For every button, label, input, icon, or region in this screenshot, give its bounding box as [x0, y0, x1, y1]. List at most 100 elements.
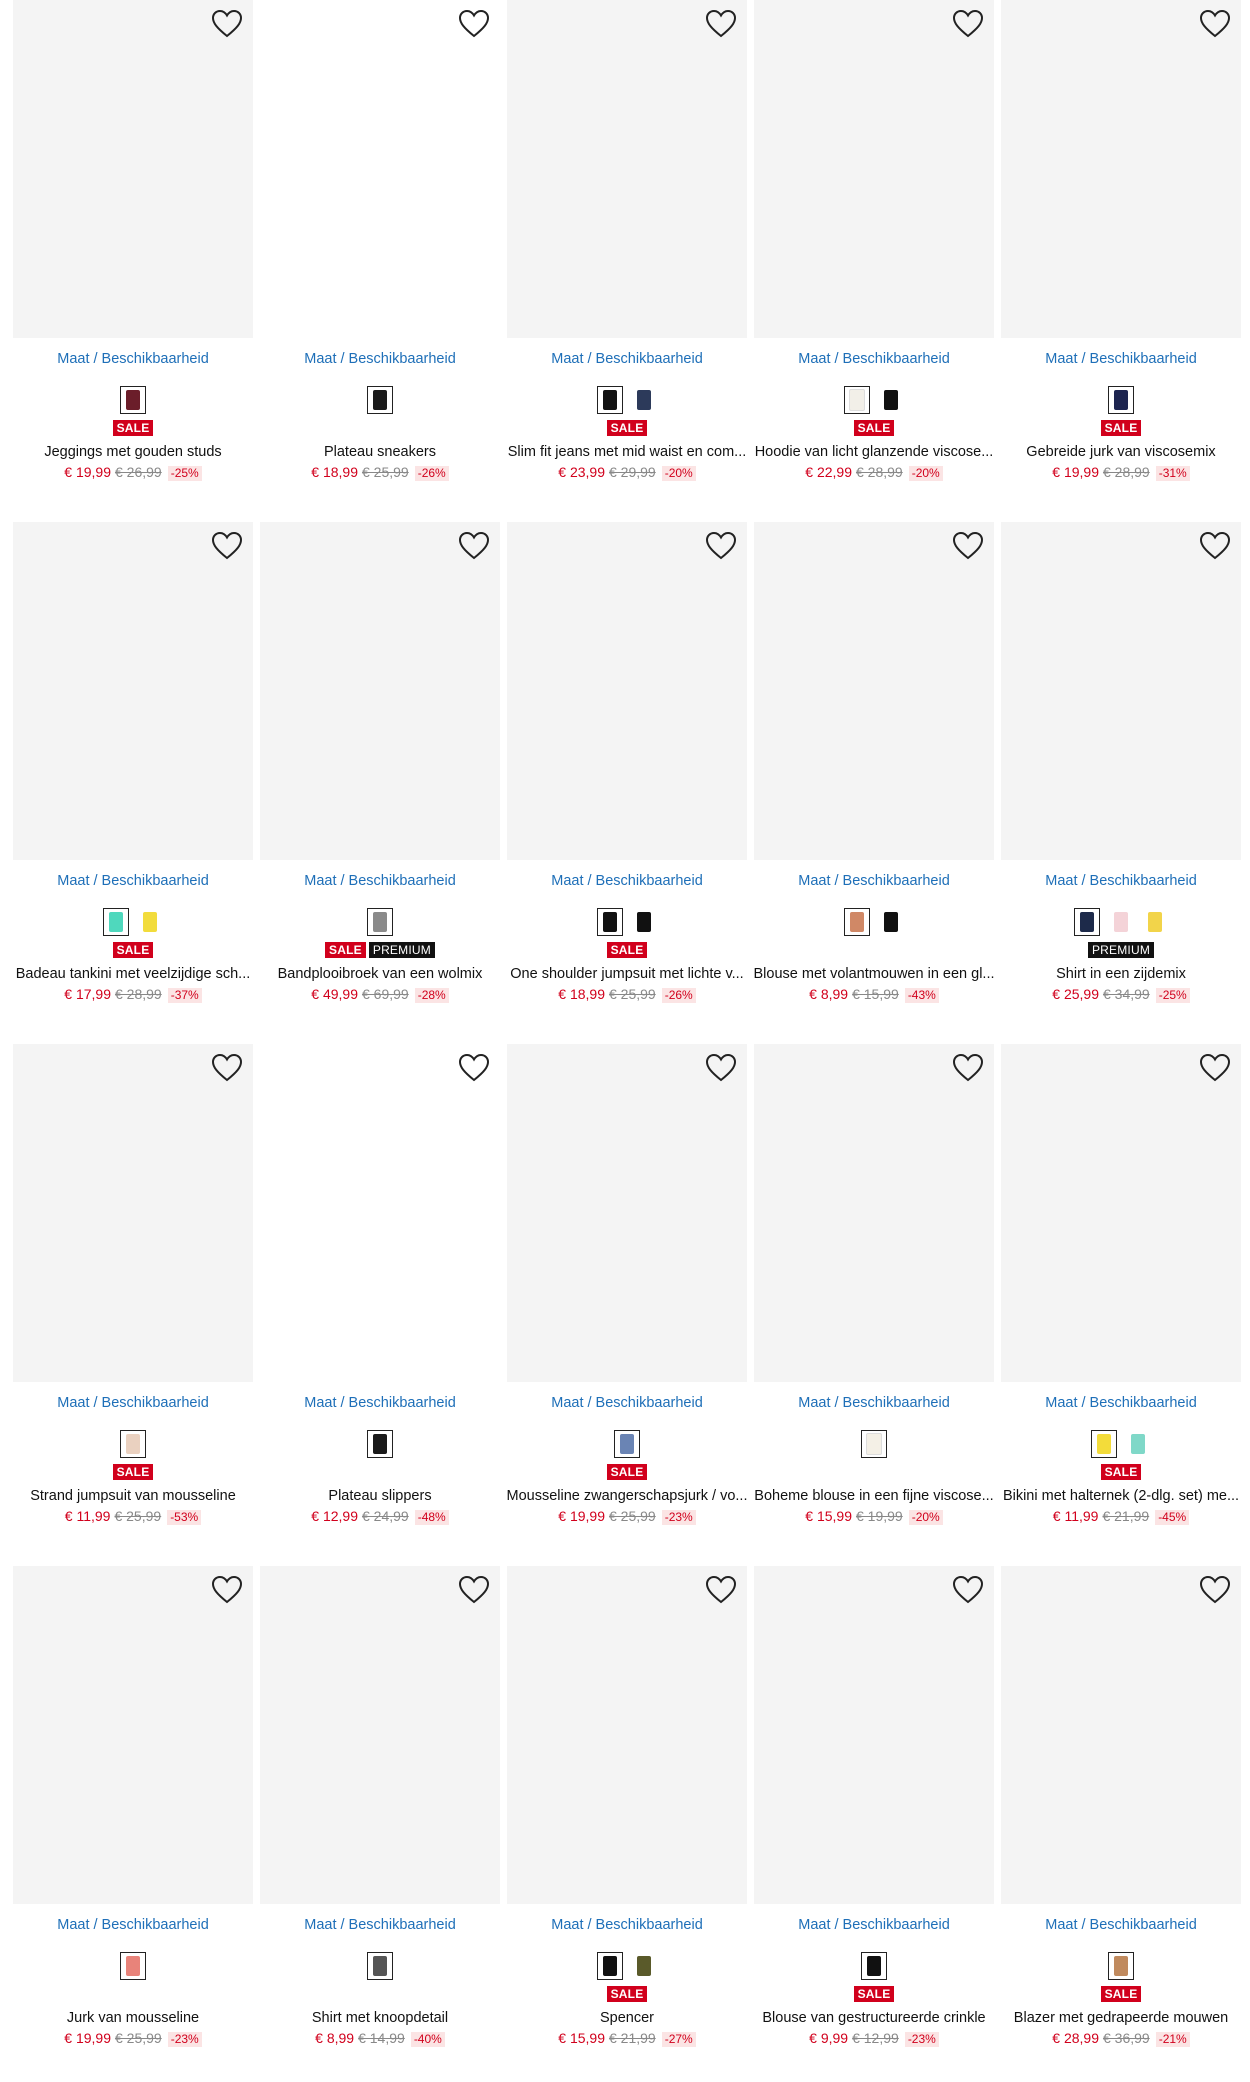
color-swatch[interactable]: [120, 1430, 146, 1458]
product-title[interactable]: Mousseline zwangerschapsjurk / vo...: [504, 1486, 750, 1506]
size-availability-link[interactable]: Maat / Beschikbaarheid: [751, 350, 997, 368]
heart-icon[interactable]: [458, 1053, 490, 1083]
color-swatch[interactable]: [1125, 1430, 1151, 1458]
color-swatch[interactable]: [597, 386, 623, 414]
heart-icon[interactable]: [952, 1575, 984, 1605]
size-availability-link[interactable]: Maat / Beschikbaarheid: [751, 1394, 997, 1412]
color-swatch[interactable]: [861, 1952, 887, 1980]
color-swatch[interactable]: [878, 908, 904, 936]
product-title[interactable]: Badeau tankini met veelzijdige sch...: [10, 964, 256, 984]
product-title[interactable]: Jurk van mousseline: [10, 2008, 256, 2028]
product-card[interactable]: Maat / Beschikbaarheid SALE Blouse van ges…: [751, 1566, 997, 2047]
heart-icon[interactable]: [705, 1575, 737, 1605]
size-availability-link[interactable]: Maat / Beschikbaarheid: [10, 1394, 256, 1412]
size-availability-link[interactable]: Maat / Beschikbaarheid: [998, 1394, 1244, 1412]
color-swatch[interactable]: [597, 1952, 623, 1980]
heart-icon[interactable]: [952, 9, 984, 39]
product-card[interactable]: Maat / Beschikbaarheid SALE PREMIUM Bandplo…: [257, 522, 503, 1003]
color-swatch[interactable]: [631, 908, 657, 936]
color-swatch[interactable]: [367, 908, 393, 936]
size-availability-link[interactable]: Maat / Beschikbaarheid: [998, 1916, 1244, 1934]
color-swatch[interactable]: [367, 1952, 393, 1980]
size-availability-link[interactable]: Maat / Beschikbaarheid: [257, 1916, 503, 1934]
heart-icon[interactable]: [211, 9, 243, 39]
product-image[interactable]: [13, 522, 253, 860]
heart-icon[interactable]: [952, 1053, 984, 1083]
color-swatch[interactable]: [103, 908, 129, 936]
color-swatch[interactable]: [1142, 908, 1168, 936]
product-card[interactable]: Maat / Beschikbaarheid PREMIUM Shirt in ee…: [998, 522, 1244, 1003]
product-image[interactable]: [507, 522, 747, 860]
product-card[interactable]: Maat / Beschikbaarheid SALE Jeggings met g…: [10, 0, 256, 481]
product-image[interactable]: [260, 0, 500, 338]
color-swatch[interactable]: [878, 386, 904, 414]
color-swatch[interactable]: [1108, 908, 1134, 936]
product-title[interactable]: Blouse met volantmouwen in een gl...: [751, 964, 997, 984]
color-swatch[interactable]: [597, 908, 623, 936]
color-swatch[interactable]: [1091, 1430, 1117, 1458]
heart-icon[interactable]: [1199, 1575, 1231, 1605]
heart-icon[interactable]: [458, 1575, 490, 1605]
color-swatch[interactable]: [1074, 908, 1100, 936]
product-title[interactable]: Plateau sneakers: [257, 442, 503, 462]
product-card[interactable]: Maat / Beschikbaarheid SALE One shoulder j…: [504, 522, 750, 1003]
heart-icon[interactable]: [1199, 531, 1231, 561]
product-card[interactable]: Maat / Beschikbaarheid SALE Hoodie van lic…: [751, 0, 997, 481]
size-availability-link[interactable]: Maat / Beschikbaarheid: [751, 1916, 997, 1934]
product-image[interactable]: [754, 1566, 994, 1904]
size-availability-link[interactable]: Maat / Beschikbaarheid: [10, 350, 256, 368]
product-card[interactable]: Maat / Beschikbaarheid Boheme blouse in e…: [751, 1044, 997, 1525]
color-swatch[interactable]: [1108, 1952, 1134, 1980]
product-title[interactable]: Strand jumpsuit van mousseline: [10, 1486, 256, 1506]
heart-icon[interactable]: [1199, 9, 1231, 39]
product-title[interactable]: Bandplooibroek van een wolmix: [257, 964, 503, 984]
product-title[interactable]: Bikini met halternek (2-dlg. set) me...: [998, 1486, 1244, 1506]
product-card[interactable]: Maat / Beschikbaarheid SALE Gebreide jurk …: [998, 0, 1244, 481]
color-swatch[interactable]: [367, 386, 393, 414]
size-availability-link[interactable]: Maat / Beschikbaarheid: [504, 872, 750, 890]
color-swatch[interactable]: [120, 386, 146, 414]
product-card[interactable]: Maat / Beschikbaarheid Jurk van mousselin…: [10, 1566, 256, 2047]
size-availability-link[interactable]: Maat / Beschikbaarheid: [998, 872, 1244, 890]
size-availability-link[interactable]: Maat / Beschikbaarheid: [751, 872, 997, 890]
heart-icon[interactable]: [705, 1053, 737, 1083]
product-image[interactable]: [1001, 1566, 1241, 1904]
product-title[interactable]: Gebreide jurk van viscosemix: [998, 442, 1244, 462]
heart-icon[interactable]: [211, 531, 243, 561]
product-image[interactable]: [1001, 1044, 1241, 1382]
product-image[interactable]: [507, 0, 747, 338]
product-title[interactable]: Shirt in een zijdemix: [998, 964, 1244, 984]
product-card[interactable]: Maat / Beschikbaarheid SALE Spencer € 15,99…: [504, 1566, 750, 2047]
color-swatch[interactable]: [614, 1430, 640, 1458]
product-image[interactable]: [754, 0, 994, 338]
product-card[interactable]: Maat / Beschikbaarheid SALE Mousseline zwa…: [504, 1044, 750, 1525]
product-card[interactable]: Maat / Beschikbaarheid Plateau sneakers € …: [257, 0, 503, 481]
product-image[interactable]: [754, 522, 994, 860]
product-title[interactable]: Shirt met knoopdetail: [257, 2008, 503, 2028]
product-title[interactable]: Spencer: [504, 2008, 750, 2028]
product-image[interactable]: [13, 1566, 253, 1904]
product-image[interactable]: [754, 1044, 994, 1382]
product-image[interactable]: [13, 1044, 253, 1382]
product-card[interactable]: Maat / Beschikbaarheid SALE Strand jumpsui…: [10, 1044, 256, 1525]
heart-icon[interactable]: [458, 531, 490, 561]
product-card[interactable]: Maat / Beschikbaarheid SALE Slim fit jeans…: [504, 0, 750, 481]
color-swatch[interactable]: [631, 386, 657, 414]
product-card[interactable]: Maat / Beschikbaarheid SALE Badeau tankini…: [10, 522, 256, 1003]
product-card[interactable]: Maat / Beschikbaarheid Plateau slippers € …: [257, 1044, 503, 1525]
product-title[interactable]: Boheme blouse in een fijne viscose...: [751, 1486, 997, 1506]
size-availability-link[interactable]: Maat / Beschikbaarheid: [10, 872, 256, 890]
color-swatch[interactable]: [844, 908, 870, 936]
size-availability-link[interactable]: Maat / Beschikbaarheid: [257, 872, 503, 890]
color-swatch[interactable]: [120, 1952, 146, 1980]
heart-icon[interactable]: [952, 531, 984, 561]
product-image[interactable]: [260, 1566, 500, 1904]
product-card[interactable]: Maat / Beschikbaarheid SALE Bikini met hal…: [998, 1044, 1244, 1525]
product-image[interactable]: [507, 1044, 747, 1382]
heart-icon[interactable]: [458, 9, 490, 39]
color-swatch[interactable]: [844, 386, 870, 414]
product-image[interactable]: [260, 1044, 500, 1382]
color-swatch[interactable]: [137, 908, 163, 936]
size-availability-link[interactable]: Maat / Beschikbaarheid: [504, 350, 750, 368]
product-title[interactable]: Slim fit jeans met mid waist en com...: [504, 442, 750, 462]
